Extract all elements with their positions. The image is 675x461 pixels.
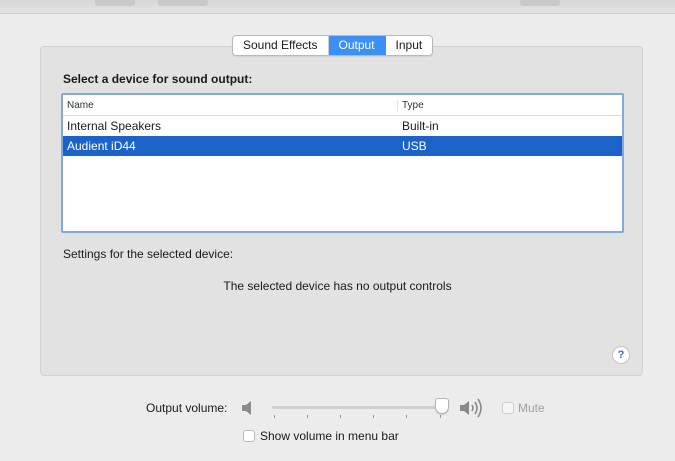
slider-tick [307,415,308,418]
device-table[interactable]: Name Type Internal Speakers Built-in Aud… [61,93,624,233]
speaker-low-icon [240,400,258,419]
speaker-high-icon [458,398,492,421]
slider-tick [440,415,441,418]
volume-slider-track[interactable] [272,406,444,409]
section-title: Select a device for sound output: [63,72,253,86]
device-type: USB [402,139,427,153]
table-header: Name Type [63,95,622,116]
show-volume-checkbox[interactable] [243,430,255,442]
tab-output[interactable]: Output [328,36,386,55]
volume-slider-knob[interactable] [435,398,449,414]
help-button[interactable]: ? [612,346,630,364]
device-name: Internal Speakers [67,119,162,133]
output-volume-label: Output volume: [146,401,228,415]
mute-label: Mute [518,401,545,415]
slider-tick [406,415,407,418]
column-header-type[interactable]: Type [398,100,622,111]
device-type: Built-in [402,119,439,133]
slider-tick [274,415,275,418]
column-header-name[interactable]: Name [63,99,398,111]
mute-checkbox[interactable] [502,402,514,414]
show-volume-label[interactable]: Show volume in menu bar [260,429,399,443]
table-row[interactable]: Internal Speakers Built-in [63,116,622,136]
device-name: Audient iD44 [67,139,136,153]
slider-tick [340,415,341,418]
no-controls-message: The selected device has no output contro… [223,279,452,293]
slider-tick [373,415,374,418]
settings-label: Settings for the selected device: [63,247,234,261]
window-top-strip [0,0,675,14]
tab-bar: Sound Effects Output Input [232,35,434,56]
tab-sound-effects[interactable]: Sound Effects [233,36,329,55]
table-row-selected[interactable]: Audient iD44 USB [63,136,622,156]
tab-input[interactable]: Input [386,36,433,55]
